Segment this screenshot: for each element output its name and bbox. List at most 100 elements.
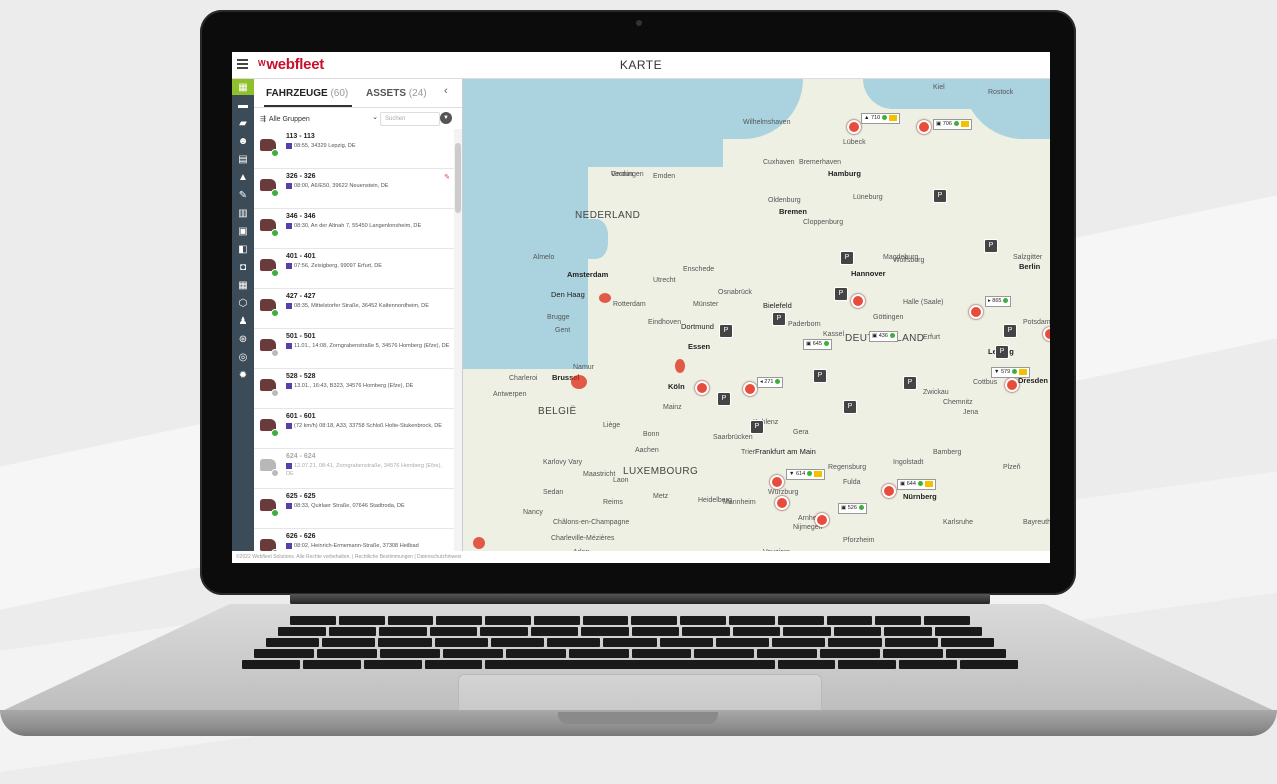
vehicle-marker[interactable]: [882, 484, 896, 498]
parked-vehicle-icon[interactable]: P: [834, 287, 848, 301]
town-label: Wolfsburg: [893, 257, 925, 264]
vehicle-marker[interactable]: [775, 496, 789, 510]
alert-icon[interactable]: ▲: [232, 169, 254, 185]
vehicle-list-item[interactable]: 113 - 113 08:55, 34329 Lepzig, DE: [254, 129, 454, 169]
vehicle-marker[interactable]: [695, 381, 709, 395]
vehicle-marker[interactable]: [917, 120, 931, 134]
vehicle-tag[interactable]: ▲ 710: [861, 113, 901, 124]
vehicle-tag[interactable]: ▣ 644: [897, 479, 936, 490]
town-label: Liège: [603, 422, 621, 429]
parked-vehicle-icon[interactable]: P: [933, 189, 947, 203]
vehicle-marker[interactable]: [770, 475, 784, 489]
vehicle-list-item[interactable]: 624 - 624 12.07.21, 08:41, Zorngrabenstra…: [254, 449, 454, 489]
vehicle-tag[interactable]: ▸ 865: [985, 296, 1012, 307]
parked-vehicle-icon[interactable]: P: [772, 312, 786, 326]
parked-vehicle-icon[interactable]: P: [750, 420, 764, 434]
group-select[interactable]: ⇶ Alle Gruppen ⌄: [260, 112, 380, 126]
orders-icon[interactable]: ▤: [232, 151, 254, 167]
town-label: Saarbrücken: [713, 434, 753, 441]
page-title: KARTE: [619, 58, 663, 72]
vehicle-marker[interactable]: [815, 513, 829, 527]
legal-link[interactable]: Rechtliche Bestimmungen: [355, 554, 413, 560]
town-label: Maastricht: [583, 471, 616, 478]
device-icon[interactable]: ◘: [232, 259, 254, 275]
vehicle-tag[interactable]: ▣ 526: [838, 503, 867, 514]
vehicle-list-item[interactable]: 427 - 427 08:35, Mittelstorfer Straße, 36…: [254, 289, 454, 329]
settings-icon[interactable]: ✹: [232, 367, 254, 383]
wrench-icon[interactable]: ✎: [232, 187, 254, 203]
privacy-link[interactable]: Datenschutzhinweis: [417, 554, 461, 560]
town-label: Almelo: [533, 254, 555, 261]
vehicle-list-item[interactable]: 601 - 601 (72 km/h) 08:18, A33, 33758 Sch…: [254, 409, 454, 449]
parked-vehicle-icon[interactable]: P: [719, 324, 733, 338]
vehicle-list-item[interactable]: 528 - 528 13.01., 16:43, B323, 34576 Homb…: [254, 369, 454, 409]
calendar-icon[interactable]: ▦: [232, 277, 254, 293]
vehicle-marker[interactable]: [847, 120, 861, 134]
parked-vehicle-icon[interactable]: P: [995, 345, 1009, 359]
key: [826, 616, 873, 625]
town-label: Trier: [741, 449, 756, 456]
parked-vehicle-icon[interactable]: P: [813, 369, 827, 383]
driver-icon[interactable]: ☻: [232, 133, 254, 149]
vehicle-list-item[interactable]: 346 - 346 08:30, An der Altnah 7, 55450 L…: [254, 209, 454, 249]
collapse-icon[interactable]: ‹: [444, 85, 448, 97]
vehicle-marker[interactable]: [1043, 327, 1050, 341]
search-input[interactable]: Suchen: [380, 112, 440, 126]
town-label: Erfurt: [923, 334, 941, 341]
vehicle-marker[interactable]: [851, 294, 865, 308]
town-label: Enschede: [683, 266, 715, 273]
position-icon: [286, 182, 292, 189]
vehicle-list-item[interactable]: 626 - 626 08:02, Heinrich-Ermemann-Straße…: [254, 529, 454, 551]
town-label: Cottbus: [973, 379, 998, 386]
map[interactable]: NEDERLAND BELGIË LUXEMBOURG DEUTSCHLAND …: [463, 79, 1050, 551]
truck-icon[interactable]: ▰: [232, 115, 254, 131]
key: [694, 649, 755, 658]
parked-vehicle-icon[interactable]: P: [1003, 324, 1017, 338]
eco-icon[interactable]: ◎: [232, 349, 254, 365]
reports-icon[interactable]: ▥: [232, 205, 254, 221]
tab-assets[interactable]: ASSETS (24): [366, 88, 427, 99]
keyboard: [230, 616, 1045, 669]
vehicle-tag[interactable]: ▣ 436: [869, 331, 898, 342]
filter-icon[interactable]: ▼: [440, 112, 452, 124]
map-icon[interactable]: ▦: [232, 79, 254, 95]
geofence-icon[interactable]: ⬡: [232, 295, 254, 311]
parked-vehicle-icon[interactable]: P: [843, 400, 857, 414]
vehicle-marker[interactable]: [969, 305, 983, 319]
key: [242, 660, 300, 669]
vehicle-list-item[interactable]: 625 - 625 08:33, Quirlaer Straße, 07646 S…: [254, 489, 454, 529]
vehicle-address: 07:56, Zeisigberg, 99097 Erfurt, DE: [286, 262, 451, 270]
status-dot: [271, 189, 279, 197]
tab-vehicles[interactable]: FAHRZEUGE (60): [266, 88, 348, 99]
parked-vehicle-icon[interactable]: P: [717, 392, 731, 406]
key: [924, 616, 970, 625]
country-label: BELGIË: [538, 406, 577, 417]
parked-vehicle-icon[interactable]: P: [903, 376, 917, 390]
scrollbar[interactable]: [454, 129, 462, 551]
scrollbar-thumb[interactable]: [455, 143, 461, 213]
vehicle-marker[interactable]: [743, 382, 757, 396]
town-label: Regensburg: [828, 464, 867, 471]
parked-vehicle-icon[interactable]: P: [840, 251, 854, 265]
vehicle-marker[interactable]: [1005, 378, 1019, 392]
logbook-icon[interactable]: ▣: [232, 223, 254, 239]
key: [631, 616, 678, 625]
vehicle-tag[interactable]: ◂ 271: [757, 377, 784, 388]
vehicle-tag[interactable]: ▼ 614: [786, 469, 826, 480]
status-dot: [271, 269, 279, 277]
vehicle-list-item[interactable]: 326 - 326 08:00, A6/E50, 39622 Neuenstein…: [254, 169, 454, 209]
position-icon: [286, 502, 292, 509]
vehicle-list-item[interactable]: 501 - 501 11.01., 14:08, Zorngrabenstraße…: [254, 329, 454, 369]
city-label: Bielefeld: [763, 301, 792, 310]
position-icon: [286, 302, 292, 309]
fuel-icon[interactable]: ◧: [232, 241, 254, 257]
vehicle-tag[interactable]: ▼ 579: [991, 367, 1031, 378]
vehicle-list-item[interactable]: 401 - 401 07:56, Zeisigberg, 99097 Erfurt…: [254, 249, 454, 289]
wrench-icon[interactable]: ✎: [444, 173, 450, 181]
vehicle-tag[interactable]: ▣ 706: [933, 119, 972, 130]
parked-vehicle-icon[interactable]: P: [984, 239, 998, 253]
vehicle-tag[interactable]: ▣ 645: [803, 339, 832, 350]
car-icon[interactable]: ▬: [232, 97, 254, 113]
routes-icon[interactable]: ⊛: [232, 331, 254, 347]
user-icon[interactable]: ♟: [232, 313, 254, 329]
